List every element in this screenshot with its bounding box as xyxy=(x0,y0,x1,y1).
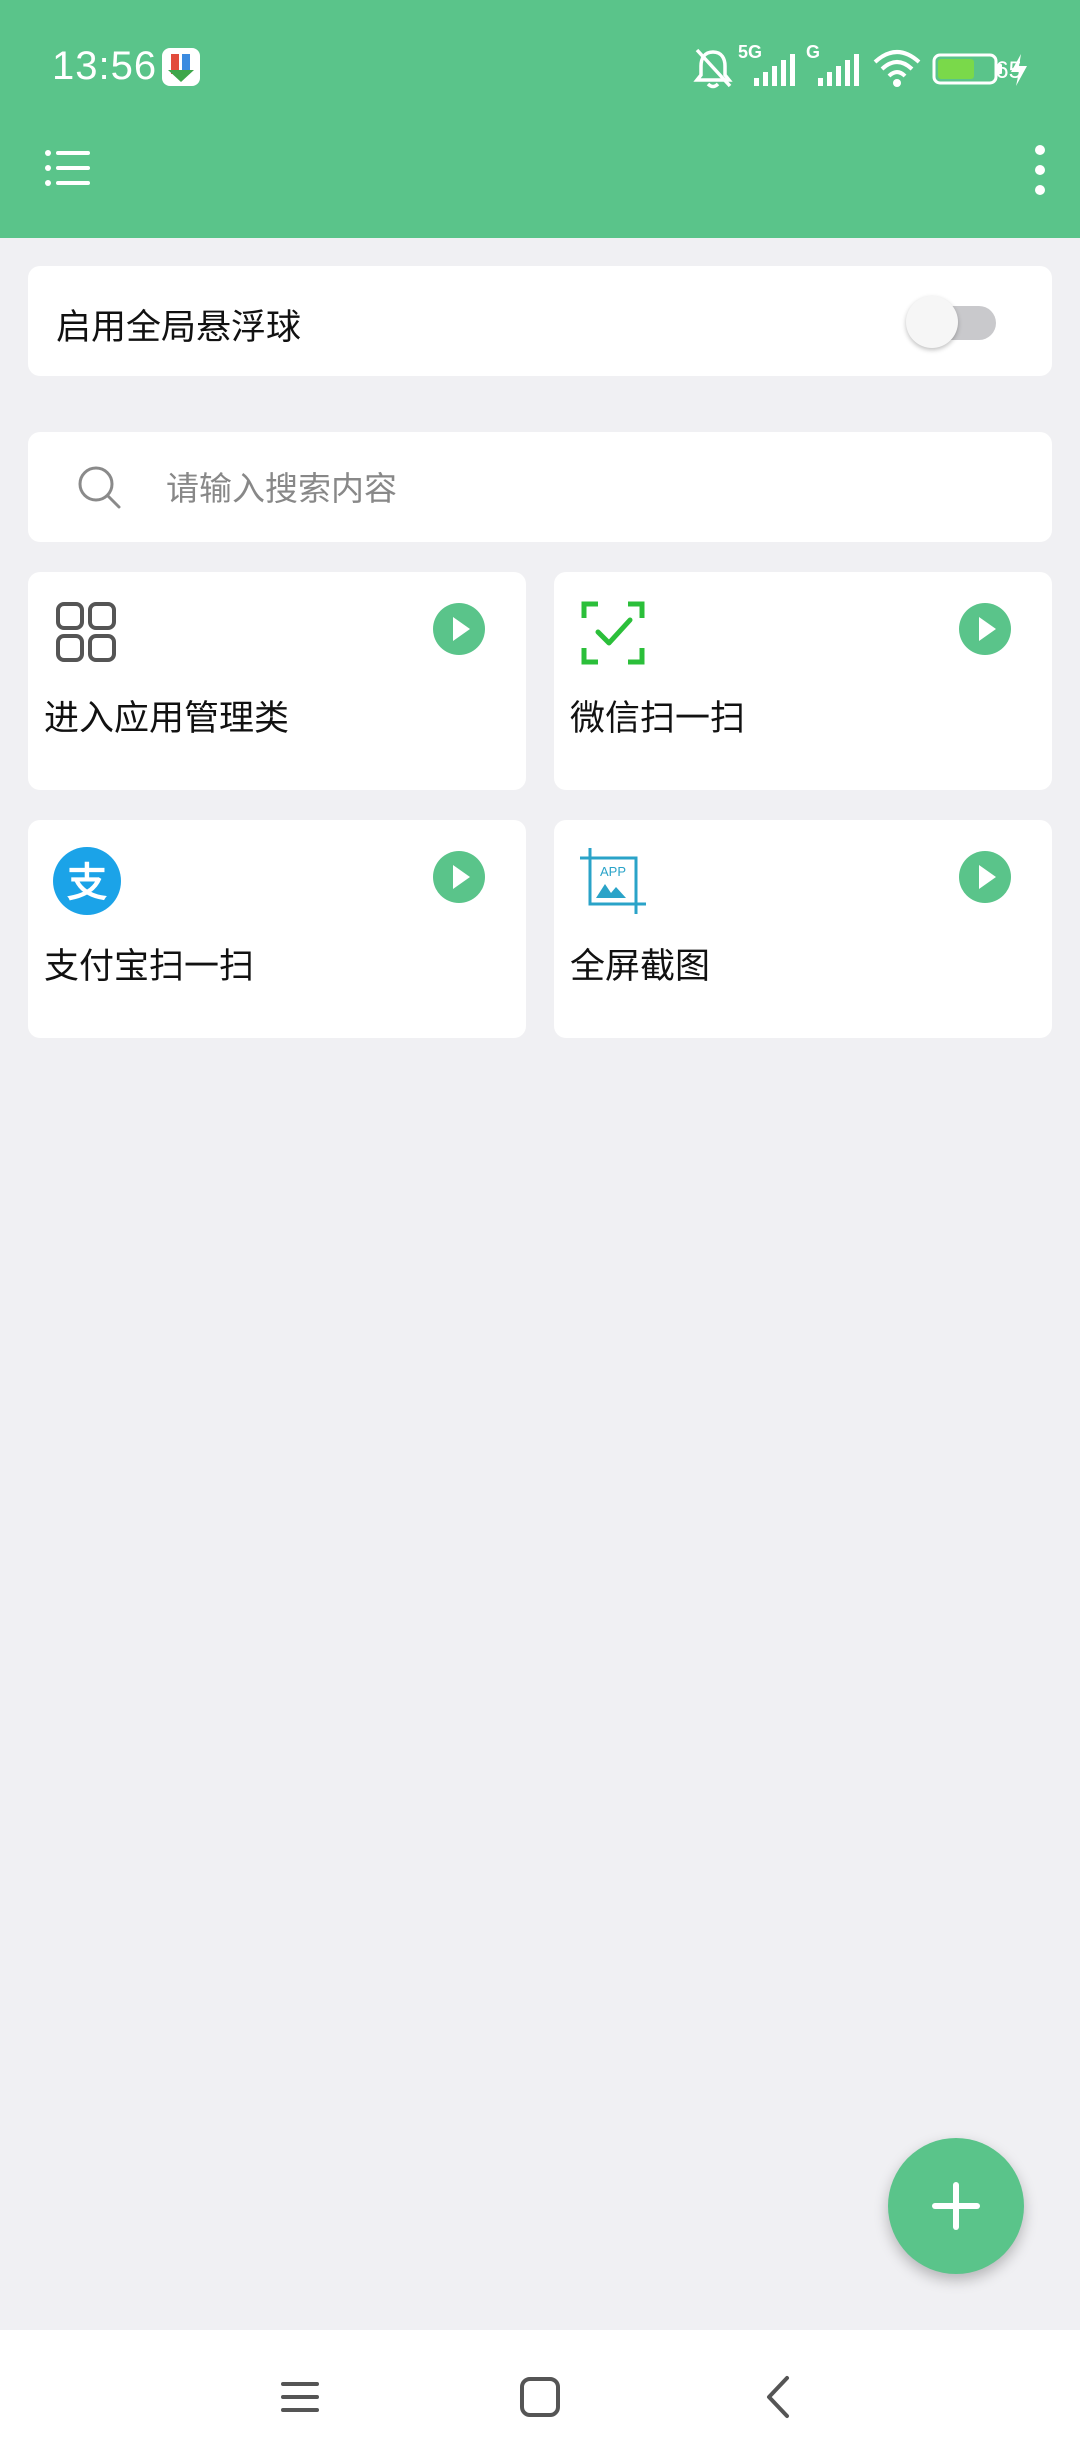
float-ball-setting: 启用全局悬浮球 xyxy=(28,266,1052,376)
wechat-scan-icon xyxy=(578,598,648,668)
svg-text:5G: 5G xyxy=(738,42,762,62)
app-notification-icon xyxy=(162,48,200,86)
battery-level: 65 xyxy=(995,57,1022,84)
search-input[interactable] xyxy=(166,460,986,516)
action-card[interactable]: APP 全屏截图 xyxy=(554,820,1052,1038)
search-icon xyxy=(76,464,122,510)
plus-icon xyxy=(932,2182,980,2230)
status-time: 13:56 xyxy=(52,44,158,88)
app-screen: 13:56 5G G 65 启用全局悬浮球 请输入搜索内容 进入应用管理类 微信… xyxy=(0,0,1080,2460)
toggle-knob xyxy=(906,296,958,348)
battery-icon xyxy=(932,53,1002,85)
play-button[interactable] xyxy=(432,602,486,656)
app-header: 13:56 5G G 65 xyxy=(0,0,1080,238)
action-card[interactable]: 进入应用管理类 xyxy=(28,572,526,790)
play-button[interactable] xyxy=(432,850,486,904)
list-menu-icon[interactable] xyxy=(44,148,92,188)
alipay-icon: 支 xyxy=(52,846,122,916)
svg-text:G: G xyxy=(806,42,820,62)
back-icon[interactable] xyxy=(755,2372,805,2422)
screenshot-icon: APP xyxy=(578,846,648,916)
signal-g-icon: G xyxy=(806,42,859,86)
play-button[interactable] xyxy=(958,850,1012,904)
action-card[interactable]: 支 支付宝扫一扫 xyxy=(28,820,526,1038)
float-ball-label: 启用全局悬浮球 xyxy=(56,308,302,348)
wifi-icon xyxy=(873,50,921,87)
card-title: 全屏截图 xyxy=(570,947,711,987)
silent-bell-icon xyxy=(693,48,733,89)
more-vertical-icon[interactable] xyxy=(1018,140,1062,200)
svg-text:APP: APP xyxy=(600,864,626,879)
card-title: 微信扫一扫 xyxy=(570,699,746,739)
card-title: 支付宝扫一扫 xyxy=(44,947,255,987)
recents-icon[interactable] xyxy=(275,2372,325,2422)
search-bar xyxy=(28,432,1052,542)
play-button[interactable] xyxy=(958,602,1012,656)
float-ball-toggle[interactable] xyxy=(906,296,996,348)
home-icon[interactable] xyxy=(515,2372,565,2422)
action-card[interactable]: 微信扫一扫 xyxy=(554,572,1052,790)
signal-5g-icon: 5G xyxy=(738,42,795,86)
add-button[interactable] xyxy=(888,2138,1024,2274)
app-grid-icon xyxy=(52,598,122,668)
system-nav-bar xyxy=(0,2330,1080,2460)
card-title: 进入应用管理类 xyxy=(44,699,290,739)
svg-text:支: 支 xyxy=(67,860,107,906)
